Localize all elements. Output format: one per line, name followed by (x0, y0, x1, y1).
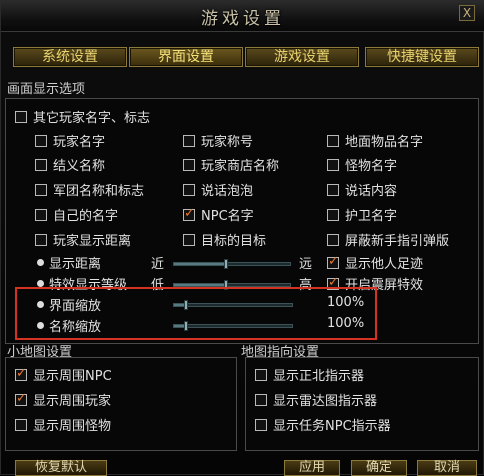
checkbox-box-checked[interactable] (15, 391, 27, 406)
checkbox-box[interactable] (183, 183, 195, 196)
pointer-quest-npc[interactable]: 显示任务NPC指示器 (255, 415, 391, 434)
window-title: 游戏设置 (201, 9, 285, 29)
checkbox-box[interactable] (15, 418, 27, 431)
other-player-names-checkbox[interactable]: 其它玩家名字、标志 (15, 107, 150, 126)
ok-button[interactable]: 确定 (351, 460, 407, 476)
checkbox-box[interactable] (35, 158, 47, 171)
checkbox-label: 目标的目标 (201, 234, 267, 249)
checkbox-box[interactable] (15, 110, 27, 123)
checkbox-box[interactable] (183, 134, 195, 147)
checkbox-label: 结义名称 (53, 159, 106, 174)
slider-fill (174, 263, 227, 265)
checkbox-box[interactable] (327, 134, 339, 147)
bullet-icon (37, 280, 44, 287)
option-legion-name[interactable]: 军团名称和标志 (35, 180, 144, 199)
distance-slider[interactable] (173, 259, 291, 269)
checkbox-box[interactable] (183, 233, 195, 246)
minimap-show-monsters[interactable]: 显示周围怪物 (15, 415, 111, 434)
settings-window: 游戏设置 X 系统设置 界面设置 游戏设置 快捷键设置 画面显示选项 其它玩家名… (0, 0, 484, 476)
checkbox-label: 玩家称号 (201, 135, 254, 150)
option-player-name[interactable]: 玩家名字 (35, 131, 105, 150)
option-block-newbie-guide[interactable]: 屏蔽新手指引弹版 (327, 230, 449, 249)
minimap-show-npc[interactable]: 显示周围NPC (15, 365, 112, 384)
tab-interface[interactable]: 界面设置 (129, 47, 243, 67)
checkbox-label: 玩家名字 (53, 135, 106, 150)
checkbox-label: 其它玩家名字、标志 (33, 111, 151, 126)
checkbox-box-checked[interactable] (183, 206, 195, 221)
checkbox-box[interactable] (35, 183, 47, 196)
pointer-north[interactable]: 显示正北指示器 (255, 365, 364, 384)
option-monster-name[interactable]: 怪物名字 (327, 155, 397, 174)
checkbox-box[interactable] (183, 158, 195, 171)
distance-min-label: 近 (151, 257, 165, 272)
checkbox-label: 玩家显示距离 (53, 234, 132, 249)
option-player-display-distance[interactable]: 玩家显示距离 (35, 230, 131, 249)
checkbox-box[interactable] (255, 393, 267, 406)
title-bar[interactable]: 游戏设置 X (1, 1, 484, 32)
checkbox-label: 显示任务NPC指示器 (273, 419, 391, 434)
tab-game[interactable]: 游戏设置 (245, 47, 359, 67)
checkbox-label: 玩家商店名称 (201, 159, 280, 174)
checkbox-label: 怪物名字 (345, 159, 398, 174)
distance-max-label: 远 (299, 257, 313, 272)
checkbox-label: 地面物品名字 (345, 135, 424, 150)
slider-knob[interactable] (224, 259, 229, 269)
checkbox-box[interactable] (327, 183, 339, 196)
reset-default-button[interactable]: 恢复默认 (15, 460, 107, 476)
checkbox-label: 说话泡泡 (201, 184, 254, 199)
checkbox-box[interactable] (327, 233, 339, 246)
checkbox-label: 显示他人足迹 (345, 257, 424, 272)
checkbox-box[interactable] (35, 134, 47, 147)
close-button[interactable]: X (459, 5, 475, 21)
option-target-of-target[interactable]: 目标的目标 (183, 230, 266, 249)
tab-system[interactable]: 系统设置 (13, 47, 127, 67)
option-ground-item-name[interactable]: 地面物品名字 (327, 131, 423, 150)
option-own-name[interactable]: 自己的名字 (35, 205, 118, 224)
checkbox-label: 说话内容 (345, 184, 398, 199)
checkbox-label: 护卫名字 (345, 209, 398, 224)
checkbox-box[interactable] (255, 368, 267, 381)
apply-button[interactable]: 应用 (284, 460, 340, 476)
display-distance-label: 显示距离 (37, 253, 101, 272)
checkbox-label: 屏蔽新手指引弹版 (345, 234, 450, 249)
checkbox-label: 显示周围NPC (33, 369, 112, 384)
checkbox-box[interactable] (35, 208, 47, 221)
checkbox-box-checked[interactable] (15, 366, 27, 381)
checkbox-label: 显示周围玩家 (33, 394, 112, 409)
checkbox-box-checked[interactable] (327, 254, 339, 269)
minimap-show-players[interactable]: 显示周围玩家 (15, 390, 111, 409)
checkbox-box[interactable] (35, 233, 47, 246)
checkbox-box[interactable] (255, 418, 267, 431)
checkbox-label: 军团名称和标志 (53, 184, 145, 199)
bullet-icon (37, 259, 44, 266)
option-guard-name[interactable]: 护卫名字 (327, 205, 397, 224)
option-show-footprints[interactable]: 显示他人足迹 (327, 253, 423, 272)
checkbox-label: 显示正北指示器 (273, 369, 365, 384)
highlight-frame (15, 287, 377, 340)
option-player-title[interactable]: 玩家称号 (183, 131, 253, 150)
option-speech-bubble[interactable]: 说话泡泡 (183, 180, 253, 199)
checkbox-label: 显示雷达图指示器 (273, 394, 378, 409)
cancel-button[interactable]: 取消 (417, 460, 477, 476)
option-player-shop-name[interactable]: 玩家商店名称 (183, 155, 279, 174)
option-npc-name[interactable]: NPC名字 (183, 205, 254, 224)
display-section-label: 画面显示选项 (7, 82, 86, 97)
checkbox-label: 显示周围怪物 (33, 419, 112, 434)
option-sworn-name[interactable]: 结义名称 (35, 155, 105, 174)
checkbox-label: 自己的名字 (53, 209, 119, 224)
tab-hotkeys[interactable]: 快捷键设置 (365, 47, 479, 67)
slider-fill (174, 284, 227, 286)
checkbox-box[interactable] (327, 208, 339, 221)
pointer-radar[interactable]: 显示雷达图指示器 (255, 390, 377, 409)
checkbox-box[interactable] (327, 158, 339, 171)
option-speech-content[interactable]: 说话内容 (327, 180, 397, 199)
checkbox-label: NPC名字 (201, 209, 254, 224)
